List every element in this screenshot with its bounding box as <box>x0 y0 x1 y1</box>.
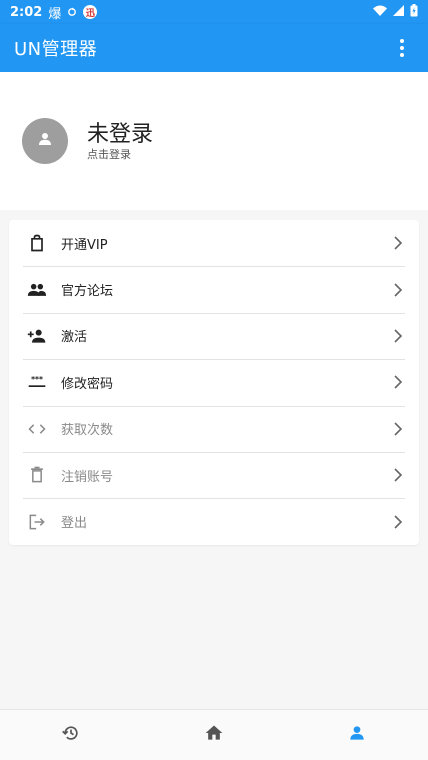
menu-item-change-password[interactable]: *** 修改密码 <box>9 359 419 405</box>
status-bar: 2:02 爆 迅 <box>0 0 428 24</box>
menu-item-label: 修改密码 <box>61 376 114 392</box>
chevron-right-icon <box>391 236 405 250</box>
menu-item-label: 开通VIP <box>61 237 108 253</box>
network-badge: 迅 <box>83 5 98 19</box>
profile-header[interactable]: 未登录 点击登录 <box>0 72 428 210</box>
status-time: 2:02 <box>10 4 43 20</box>
chevron-right-icon <box>391 514 405 529</box>
code-icon <box>26 418 48 440</box>
shopping-bag-icon <box>26 232 48 254</box>
menu-item-activate[interactable]: 激活 <box>9 312 419 359</box>
profile-subtitle: 点击登录 <box>87 147 131 161</box>
menu-item-label: 获取次数 <box>61 423 114 439</box>
chevron-right-icon <box>391 422 405 436</box>
chevron-right-icon <box>391 329 405 343</box>
bottom-navigation <box>0 709 428 760</box>
menu-item-forum[interactable]: 官方论坛 <box>9 266 419 312</box>
menu-item-get-count[interactable]: 获取次数 <box>9 405 419 452</box>
menu-item-delete-account[interactable]: 注销账号 <box>9 451 419 498</box>
menu-item-logout[interactable]: 登出 <box>9 498 419 544</box>
home-icon <box>204 723 224 747</box>
history-icon <box>61 723 81 747</box>
tab-profile[interactable] <box>285 710 428 760</box>
menu-item-vip[interactable]: 开通VIP <box>9 220 419 266</box>
password-icon: *** <box>26 371 48 393</box>
app-bar: UN管理器 <box>0 24 428 72</box>
menu-item-label: 激活 <box>61 330 88 346</box>
more-vert-icon[interactable] <box>390 36 414 60</box>
avatar[interactable] <box>22 118 68 164</box>
battery-charging-icon <box>410 3 418 21</box>
trash-icon <box>26 464 48 486</box>
menu-item-label: 登出 <box>61 516 88 532</box>
chevron-right-icon <box>391 375 405 389</box>
chevron-right-icon <box>391 468 405 482</box>
menu-item-label: 注销账号 <box>61 469 114 485</box>
menu-list: 开通VIP 官方论坛 激活 *** 修改密码 获取次数 注销账号 登出 <box>9 220 419 545</box>
person-icon <box>36 130 54 152</box>
svg-text:***: *** <box>31 375 43 384</box>
wifi-icon <box>373 5 387 20</box>
person-add-icon <box>26 325 48 347</box>
tab-history[interactable] <box>0 710 143 760</box>
signal-icon <box>393 4 404 20</box>
tab-home[interactable] <box>143 710 286 760</box>
menu-item-label: 官方论坛 <box>61 284 114 300</box>
person-icon <box>347 723 367 747</box>
sync-icon <box>67 7 77 17</box>
notification-glyph: 爆 <box>48 6 62 22</box>
profile-name: 未登录 <box>87 121 154 147</box>
app-title: UN管理器 <box>14 39 98 60</box>
chevron-right-icon <box>391 283 405 297</box>
logout-icon <box>26 511 48 533</box>
people-icon <box>26 279 48 301</box>
